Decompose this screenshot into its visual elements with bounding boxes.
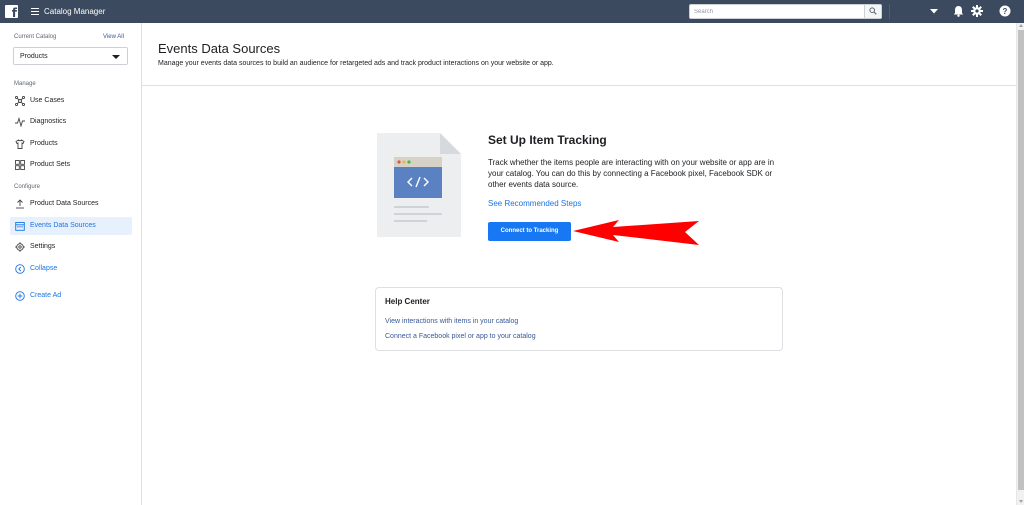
sidebar-item-label: Events Data Sources [30,222,96,229]
search-box [689,4,882,19]
sidebar-item-label: Product Data Sources [30,200,99,207]
help-center-card: Help Center View interactions with items… [375,287,783,351]
logo-letter: f [11,6,17,20]
upload-icon [16,199,24,209]
setup-title: Set Up Item Tracking [488,133,607,147]
scrollbar-thumb[interactable] [1018,30,1024,490]
search-icon [869,7,877,15]
help-link-connect-pixel[interactable]: Connect a Facebook pixel or app to your … [385,333,536,340]
sidebar-item-label: Products [30,140,58,147]
gear-icon [15,242,25,252]
create-ad-link[interactable]: Create Ad [10,287,132,305]
sidebar-item-settings[interactable]: Settings [10,238,132,256]
sidebar-item-label: Diagnostics [30,118,67,125]
header-divider [142,85,1016,86]
help-icon[interactable]: ? [999,5,1011,17]
code-document-illustration [377,133,461,237]
search-button[interactable] [864,5,881,18]
chevron-down-icon [112,55,120,59]
account-dropdown-icon[interactable] [930,9,938,14]
plus-circle-icon [15,291,25,301]
scroll-up-arrow-icon[interactable] [1019,24,1023,27]
scroll-down-arrow-icon[interactable] [1019,500,1023,503]
topbar-separator [889,4,890,19]
see-recommended-steps-link[interactable]: See Recommended Steps [488,199,581,208]
page-title: Events Data Sources [158,41,281,56]
sidebar-item-label: Use Cases [30,97,65,104]
sidebar: Current Catalog View All Products Manage… [0,23,142,505]
connect-to-tracking-button[interactable]: Connect to Tracking [488,222,571,241]
create-ad-label: Create Ad [30,292,62,299]
diagnostics-icon [15,117,25,127]
setup-description: Track whether the items people are inter… [488,158,775,189]
configure-section-label: Configure [14,184,41,190]
app-title: Catalog Manager [44,7,106,16]
sidebar-item-product-data-sources[interactable]: Product Data Sources [10,195,132,213]
current-catalog-label: Current Catalog [14,34,57,40]
search-input[interactable] [690,5,860,18]
vertical-scrollbar[interactable] [1016,23,1024,505]
hamburger-menu-icon[interactable] [31,8,39,15]
page-description: Manage your events data sources to build… [158,60,554,67]
notifications-bell-icon[interactable] [953,5,964,17]
facebook-logo[interactable]: f [5,5,18,20]
sidebar-item-diagnostics[interactable]: Diagnostics [10,113,132,131]
main-content: Events Data Sources Manage your events d… [142,23,1016,505]
collapse-icon [15,264,25,274]
product-sets-icon [15,160,25,170]
sidebar-item-events-data-sources[interactable]: Events Data Sources [10,217,132,235]
svg-text:?: ? [1003,7,1008,16]
sidebar-collapse[interactable]: Collapse [10,260,132,278]
settings-gear-icon[interactable] [971,5,983,17]
sidebar-item-use-cases[interactable]: Use Cases [10,92,132,110]
help-center-title: Help Center [385,297,430,306]
help-link-view-interactions[interactable]: View interactions with items in your cat… [385,318,518,325]
shirt-icon [15,139,25,149]
view-all-link[interactable]: View All [103,34,124,40]
top-bar: f Catalog Manager ? [0,0,1024,23]
annotation-arrow [573,220,699,245]
sidebar-item-products[interactable]: Products [10,135,132,153]
calendar-icon [15,222,25,231]
use-cases-icon [15,96,25,106]
manage-section-label: Manage [14,81,36,87]
catalog-select-value: Products [20,53,48,60]
sidebar-item-product-sets[interactable]: Product Sets [10,156,132,174]
catalog-select[interactable]: Products [13,47,128,65]
sidebar-item-label: Settings [30,243,56,250]
sidebar-item-label: Product Sets [30,161,71,168]
collapse-label: Collapse [30,265,58,272]
